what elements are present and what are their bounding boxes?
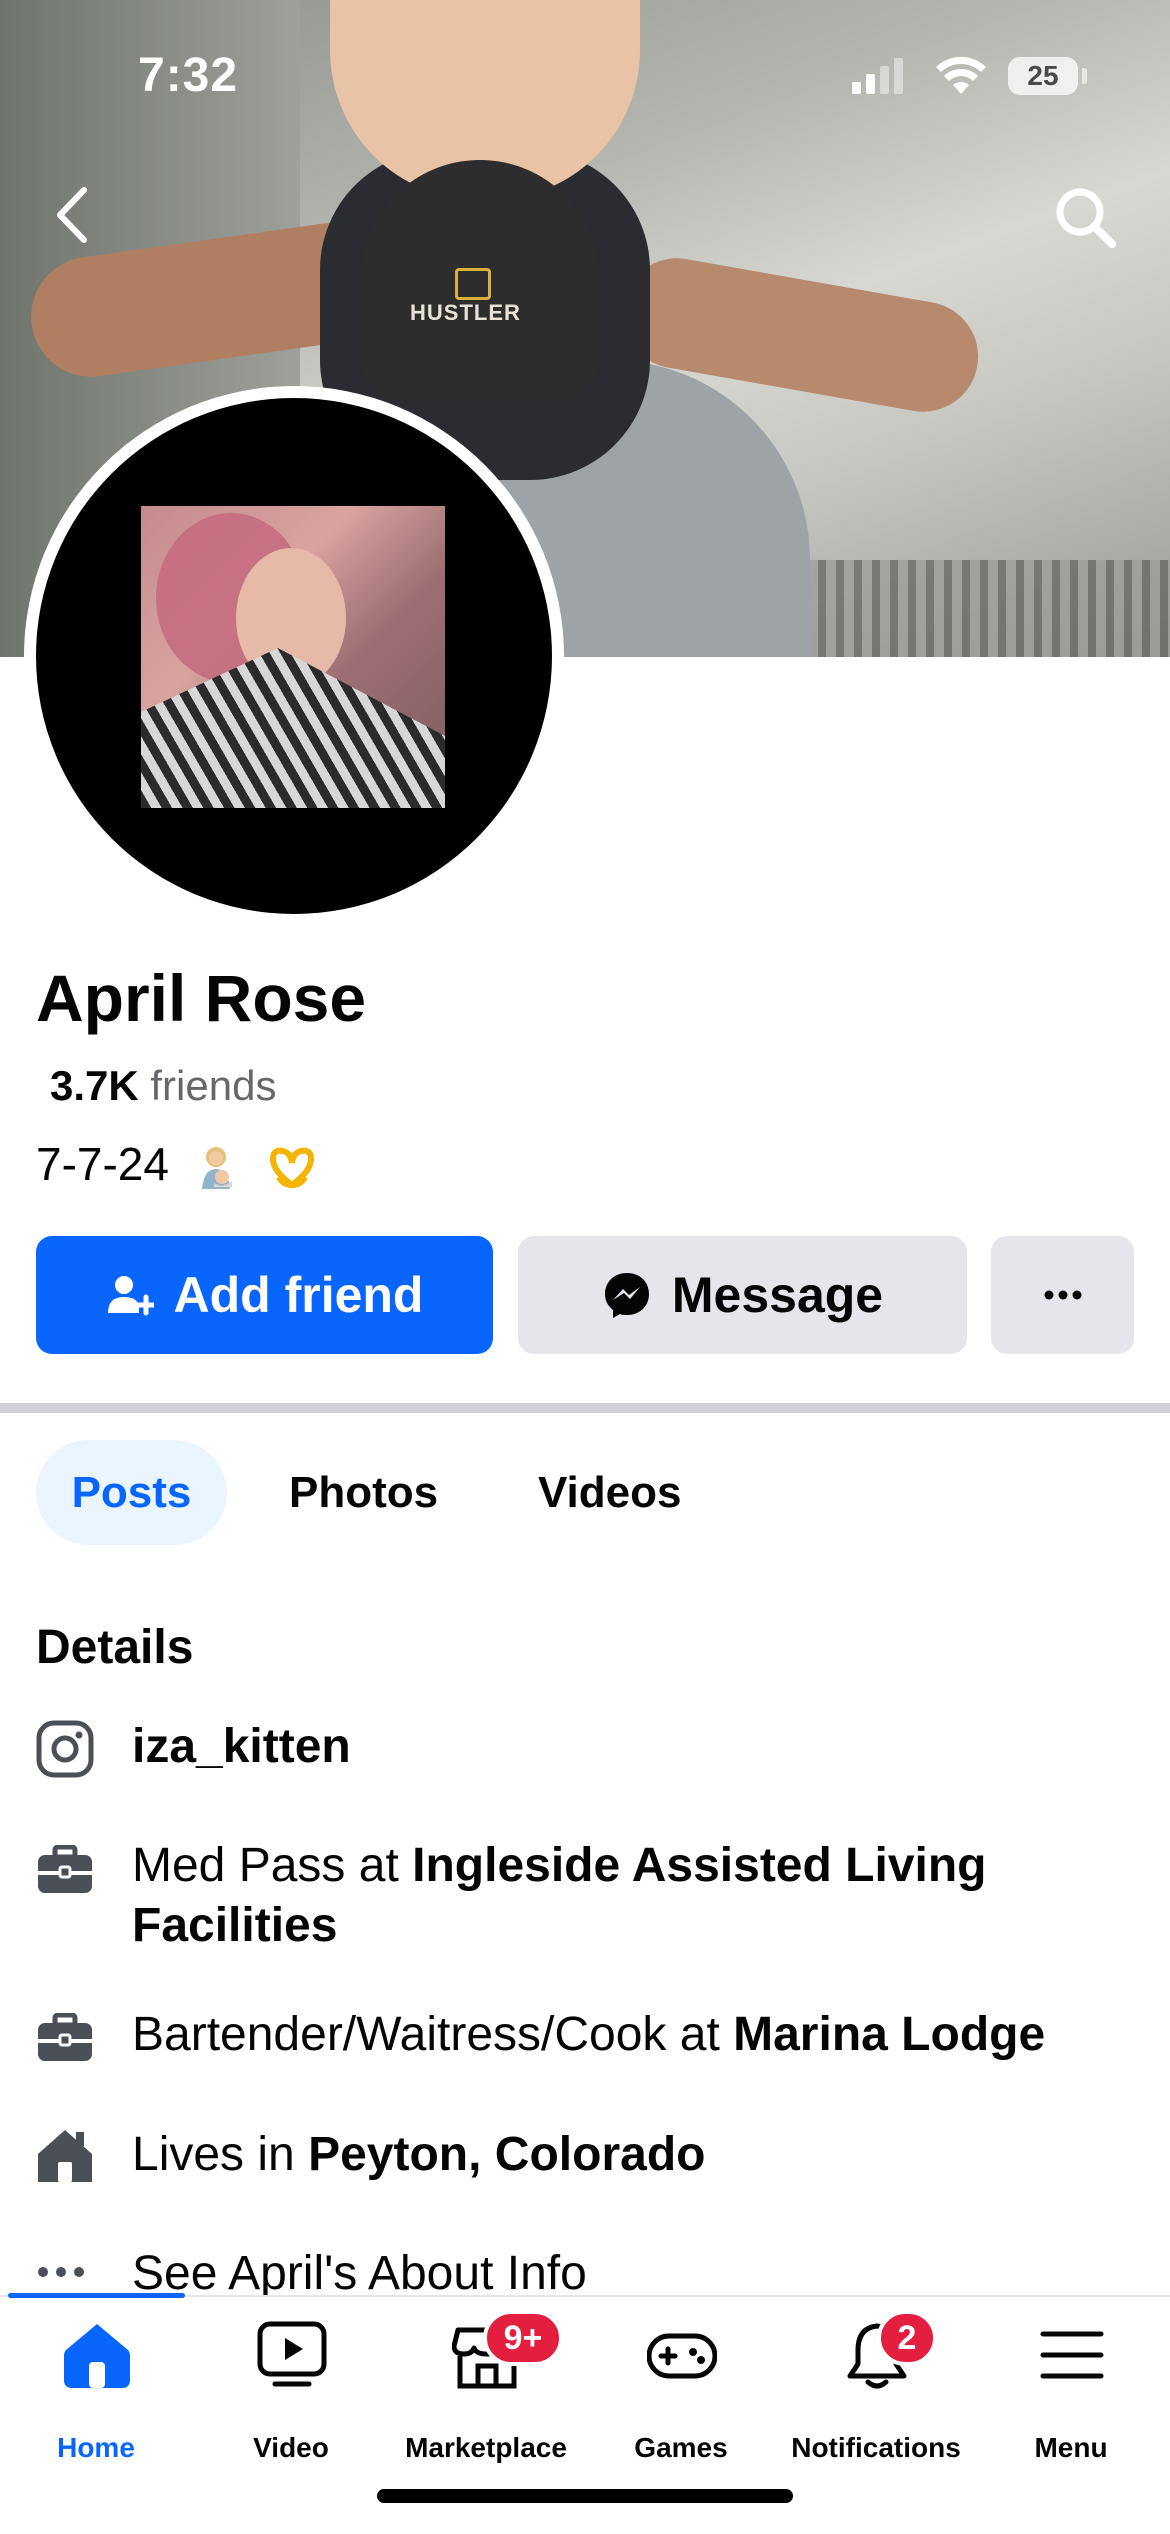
friends-label: friends [150,1062,277,1109]
add-friend-label: Add friend [173,1267,424,1323]
games-controller-icon [647,2333,717,2379]
profile-picture[interactable] [36,398,552,914]
profile-bio: 7-7-24 [36,1137,315,1191]
home-location-icon [38,2130,92,2182]
messenger-icon [604,1273,649,1318]
work-entry-1: Med Pass at Ingleside Assisted Living Fa… [132,1836,1142,1956]
more-horizontal-icon [38,2267,84,2277]
add-friend-button[interactable]: Add friend [36,1236,493,1354]
lives-prefix: Lives in [132,2128,309,2181]
tab-posts[interactable]: Posts [36,1440,227,1545]
friends-count[interactable]: 3.7K friends [50,1062,276,1110]
heart-hands-emoji-icon [269,1147,314,1189]
lives-in: Lives in Peyton, Colorado [132,2125,1142,2185]
battery-level: 25 [1027,60,1059,91]
work-briefcase-icon [38,2013,92,2061]
message-button[interactable]: Message [518,1236,967,1354]
details-heading: Details [36,1621,194,1674]
work-1-prefix: Med Pass at [132,1839,413,1892]
nav-home-label: Home [57,2432,135,2463]
status-time: 7:32 [138,49,239,102]
cap-text: HUSTLER [410,300,521,325]
notifications-badge: 2 [877,2310,937,2366]
cellular-signal-icon [852,58,903,94]
message-label: Message [671,1267,884,1323]
active-tab-indicator [8,2293,185,2298]
nav-menu-label: Menu [1034,2432,1108,2463]
friends-number: 3.7K [50,1062,139,1109]
work-2-place[interactable]: Marina Lodge [733,2008,1045,2061]
home-indicator[interactable] [377,2489,793,2503]
battery-icon: 25 [1008,57,1078,95]
instagram-handle[interactable]: iza_kitten [132,1717,1142,1777]
profile-name: April Rose [36,961,367,1035]
bio-text: 7-7-24 [36,1138,169,1190]
search-icon[interactable] [1050,182,1120,252]
more-dots-icon [1044,1290,1081,1300]
home-icon [64,2324,130,2388]
section-divider [0,1403,1170,1413]
nav-marketplace-label: Marketplace [405,2432,567,2463]
mother-baby-emoji-icon [201,1146,232,1189]
marketplace-badge: 9+ [483,2310,563,2366]
battery-tip [1082,68,1087,84]
tab-photos[interactable]: Photos [289,1440,438,1545]
more-options-button[interactable] [991,1236,1134,1354]
work-briefcase-icon [38,1845,92,1893]
nav-notifications-label: Notifications [791,2432,961,2463]
add-person-icon [107,1276,154,1316]
status-bar: 7:32 25 [0,0,1170,150]
instagram-icon [36,1720,94,1778]
nav-games-label: Games [634,2432,728,2463]
work-entry-2: Bartender/Waitress/Cook at Marina Lodge [132,2005,1142,2065]
back-icon[interactable] [44,180,104,250]
hamburger-menu-icon [1040,2331,1104,2379]
nav-video-label: Video [253,2432,329,2463]
work-2-prefix: Bartender/Waitress/Cook at [132,2008,734,2061]
video-icon [257,2321,327,2387]
cap-logo-icon [455,268,491,300]
tab-videos[interactable]: Videos [538,1440,681,1545]
wifi-icon [936,56,986,94]
lives-place[interactable]: Peyton, Colorado [308,2128,705,2181]
